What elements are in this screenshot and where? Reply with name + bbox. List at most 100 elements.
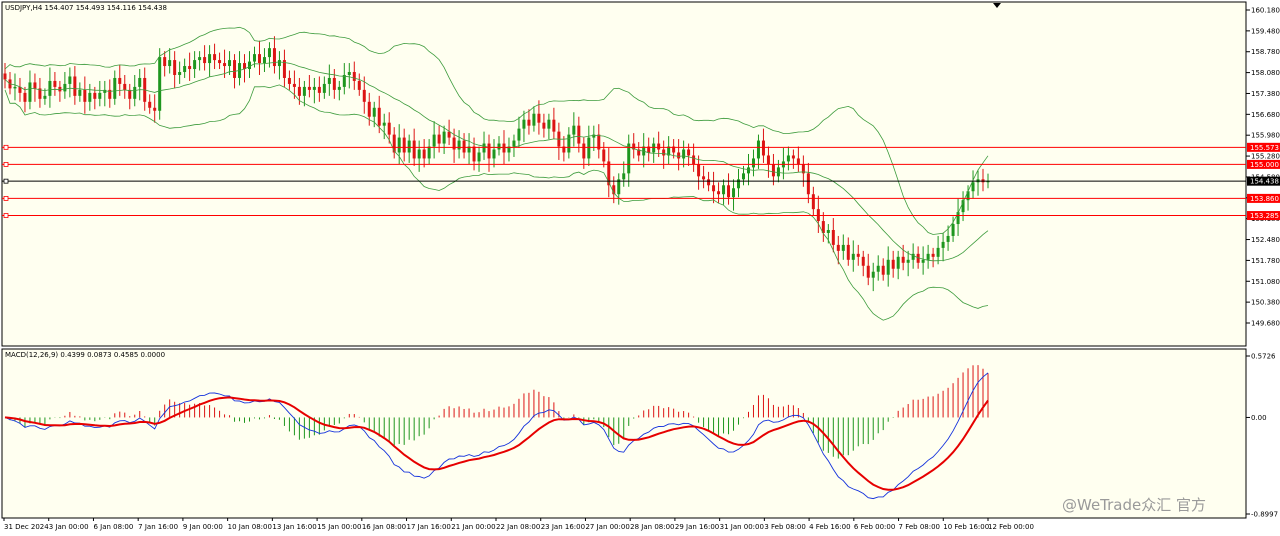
candle-body (662, 149, 666, 156)
candle-body (193, 60, 197, 70)
candle-body (811, 194, 815, 210)
candle-body (178, 72, 182, 75)
candle-body (482, 143, 486, 153)
candle-body (567, 134, 571, 153)
candle-body (487, 143, 491, 159)
candle-body (98, 92, 102, 99)
candle-body (233, 60, 237, 78)
time-tick-label: 21 Jan 00:00 (451, 523, 495, 531)
candle-body (891, 259, 895, 269)
time-tick-label: 10 Jan 08:00 (228, 523, 272, 531)
time-tick-label: 22 Jan 08:00 (496, 523, 540, 531)
time-tick-label: 17 Jan 16:00 (407, 523, 451, 531)
time-tick-label: 28 Jan 08:00 (630, 523, 674, 531)
candle-body (188, 66, 192, 70)
candle-body (971, 182, 975, 192)
candle-body (472, 146, 476, 162)
candle-body (806, 173, 810, 195)
candle-body (532, 113, 536, 126)
candle-body (3, 73, 7, 80)
candle-body (741, 173, 745, 180)
candle-body (183, 66, 187, 73)
candle-body (432, 134, 436, 147)
macd-tick-label: -0.8997 (1251, 511, 1278, 519)
candle-body (407, 140, 411, 153)
candle-body (218, 60, 222, 64)
candle-body (477, 152, 481, 162)
candle-body (312, 86, 316, 90)
time-tick-label: 12 Feb 00:00 (988, 523, 1034, 531)
price-chart: 160.180 159.480 158.780 158.080 157.380 156.6… (1, 1, 1280, 531)
candle-body (702, 176, 706, 180)
candle-body (447, 131, 451, 138)
candle-body (836, 244, 840, 251)
level-tag-label: 154.438 (1250, 178, 1279, 186)
candle-body (168, 60, 172, 67)
candle-body (287, 77, 291, 84)
candle-body (33, 82, 37, 89)
time-tick-label: 10 Feb 16:00 (943, 523, 989, 531)
candle-body (826, 229, 830, 233)
candle-body (527, 119, 531, 126)
candle-body (148, 101, 152, 108)
candle-body (876, 265, 880, 272)
candle-body (886, 259, 890, 275)
candle-body (68, 76, 72, 84)
candle-body (78, 89, 82, 96)
candle-body (153, 107, 157, 111)
price-tick-label: 150.380 (1251, 299, 1280, 307)
level-handle (3, 162, 9, 167)
candle-body (707, 179, 711, 186)
candle-body (841, 244, 845, 251)
candle-body (512, 140, 516, 147)
candle-body (422, 149, 426, 159)
candle-body (677, 152, 681, 159)
candle-body (377, 107, 381, 126)
price-tick-label: 155.280 (1251, 153, 1280, 161)
price-tick-label: 152.480 (1251, 236, 1280, 244)
candle-body (437, 134, 441, 144)
candle-body (941, 241, 945, 248)
candle-body (577, 125, 581, 144)
candle-body (906, 259, 910, 263)
time-tick-label: 31 Jan 00:00 (720, 523, 764, 531)
candle-body (327, 77, 331, 84)
watermark: @WeTrade众汇 官方 (1062, 496, 1207, 514)
level-handle (3, 178, 9, 184)
candle-body (277, 60, 281, 67)
candle-body (133, 86, 137, 99)
candle-body (173, 60, 177, 75)
candle-body (771, 164, 775, 177)
candle-body (951, 224, 955, 236)
candle-body (228, 60, 232, 67)
price-tick-label: 149.680 (1251, 320, 1280, 328)
candle-body (223, 63, 227, 67)
candle-body (861, 256, 865, 266)
time-tick-label: 3 Feb 08:00 (764, 523, 805, 531)
level-handle (3, 213, 9, 218)
price-tick-label: 151.080 (1251, 278, 1280, 286)
time-tick-label: 16 Jan 08:00 (362, 523, 406, 531)
candle-body (727, 185, 731, 198)
candle-body (297, 86, 301, 96)
candle-body (272, 48, 276, 67)
time-tick-label: 9 Jan 00:00 (183, 523, 223, 531)
candle-body (337, 86, 341, 90)
candle-body (138, 77, 142, 87)
candle-body (931, 253, 935, 257)
macd-tick-label: 0.00 (1251, 414, 1267, 422)
level-tag-label: 155.573 (1250, 144, 1279, 152)
candle-body (118, 77, 122, 84)
price-tick-label: 155.980 (1251, 132, 1280, 140)
candle-body (936, 247, 940, 257)
candle-body (73, 76, 77, 96)
candle-body (692, 155, 696, 165)
candle-body (682, 149, 686, 159)
time-tick-label: 23 Jan 16:00 (541, 523, 585, 531)
candle-body (547, 119, 551, 129)
candle-body (88, 92, 92, 102)
candle-body (23, 92, 27, 102)
candle-body (347, 72, 351, 75)
candle-body (552, 119, 556, 132)
level-tag-label: 153.285 (1250, 212, 1279, 220)
